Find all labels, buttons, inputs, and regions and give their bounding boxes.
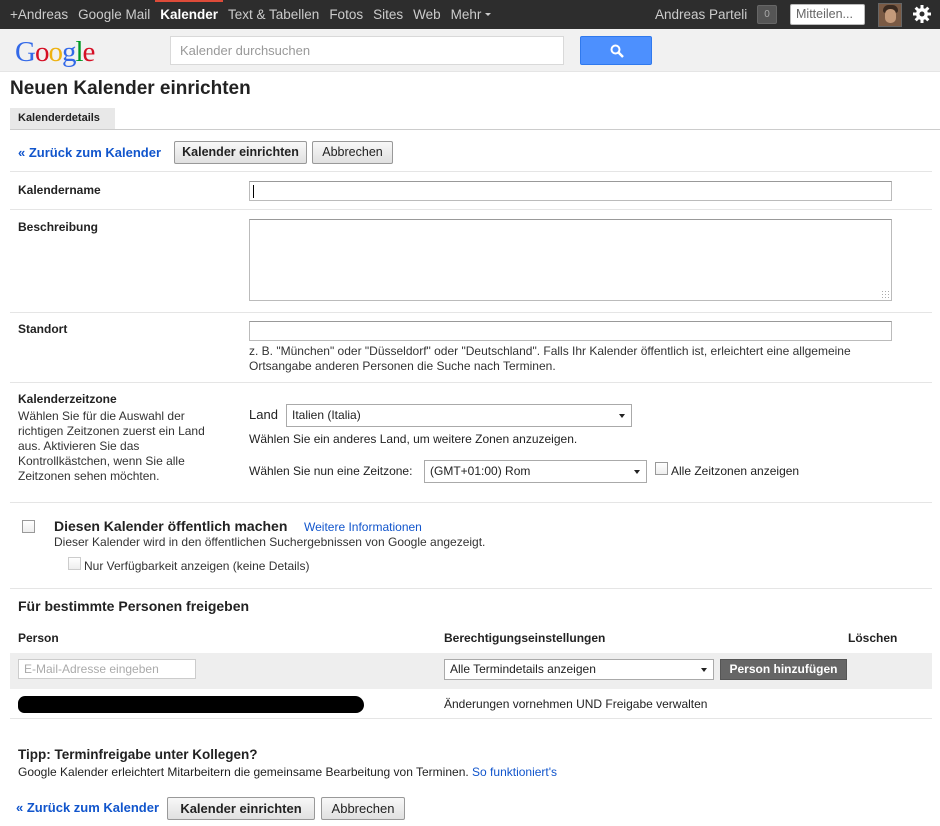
divider xyxy=(10,209,932,210)
timezone-label: Kalenderzeitzone xyxy=(18,392,117,406)
logo-letter: e xyxy=(82,36,96,68)
search-icon xyxy=(610,44,624,58)
sharing-title: Für bestimmte Personen freigeben xyxy=(18,598,250,614)
tip-text: Google Kalender erleichtert Mitarbeitern… xyxy=(18,765,557,779)
description-label: Beschreibung xyxy=(18,220,99,234)
location-input[interactable] xyxy=(249,321,892,341)
logo-letter: l xyxy=(75,36,83,68)
email-input[interactable]: E-Mail-Adresse eingeben xyxy=(18,659,196,679)
country-label: Land xyxy=(249,407,278,422)
chevron-down-icon xyxy=(619,414,625,418)
zone-label: Wählen Sie nun eine Zeitzone: xyxy=(249,464,413,478)
cancel-button-bottom[interactable]: Abbrechen xyxy=(321,797,405,820)
chevron-down-icon xyxy=(701,668,707,672)
divider xyxy=(10,502,932,503)
tip-text-body: Google Kalender erleichtert Mitarbeitern… xyxy=(18,765,469,779)
avatar-face xyxy=(885,9,896,23)
calendar-name-label: Kalendername xyxy=(18,183,101,197)
search-input[interactable]: Kalender durchsuchen xyxy=(170,36,564,65)
location-label: Standort xyxy=(18,322,68,336)
back-to-calendar-link-bottom[interactable]: « Zurück zum Kalender xyxy=(16,800,159,815)
tab-kalenderdetails[interactable]: Kalenderdetails xyxy=(10,108,115,129)
how-it-works-link[interactable]: So funktioniert's xyxy=(472,765,557,779)
calendar-name-input[interactable] xyxy=(249,181,892,201)
create-calendar-button-top[interactable]: Kalender einrichten xyxy=(174,141,307,164)
text-cursor xyxy=(253,185,254,198)
nav-web[interactable]: Web xyxy=(408,0,446,29)
col-permission: Berechtigungseinstellungen xyxy=(444,631,606,645)
divider xyxy=(10,382,932,383)
divider xyxy=(10,718,932,719)
all-zones-label[interactable]: Alle Zeitzonen anzeigen xyxy=(671,464,799,478)
country-select-value: Italien (Italia) xyxy=(292,408,361,422)
avatar[interactable] xyxy=(878,3,902,27)
nav-kalender[interactable]: Kalender xyxy=(155,0,223,29)
notification-count[interactable]: 0 xyxy=(757,5,777,24)
top-bar: +Andreas Google Mail Kalender Text & Tab… xyxy=(0,0,940,29)
public-description: Dieser Kalender wird in den öffentlichen… xyxy=(54,535,486,549)
nav-sites[interactable]: Sites xyxy=(368,0,408,29)
chevron-down-icon xyxy=(485,13,492,16)
nav-fotos[interactable]: Fotos xyxy=(324,0,368,29)
nav-text-tabellen[interactable]: Text & Tabellen xyxy=(223,0,324,29)
add-person-button[interactable]: Person hinzufügen xyxy=(720,659,847,680)
description-textarea[interactable] xyxy=(249,219,892,301)
col-delete: Löschen xyxy=(848,631,898,645)
tab-divider xyxy=(10,129,940,130)
page-title: Neuen Kalender einrichten xyxy=(10,78,251,99)
create-calendar-button-bottom[interactable]: Kalender einrichten xyxy=(167,797,315,820)
timezone-select-value: (GMT+01:00) Rom xyxy=(430,464,531,478)
resize-grip-icon[interactable] xyxy=(881,290,889,298)
col-person: Person xyxy=(18,631,59,645)
divider xyxy=(10,171,932,172)
google-logo[interactable]: Google xyxy=(15,36,96,68)
redacted-email xyxy=(18,696,364,713)
logo-letter: g xyxy=(61,36,76,68)
gear-icon[interactable] xyxy=(912,4,932,24)
chevron-down-icon xyxy=(634,470,640,474)
back-to-calendar-link-top[interactable]: « Zurück zum Kalender xyxy=(18,145,161,160)
logo-letter: o xyxy=(34,36,49,68)
public-checkbox[interactable] xyxy=(22,520,35,533)
tip-title: Tipp: Terminfreigabe unter Kollegen? xyxy=(18,747,258,762)
header: Google Kalender durchsuchen xyxy=(0,29,940,72)
country-help-text: Wählen Sie ein anderes Land, um weitere … xyxy=(249,432,578,446)
timezone-select[interactable]: (GMT+01:00) Rom xyxy=(424,460,647,483)
all-zones-checkbox[interactable] xyxy=(655,462,668,475)
divider xyxy=(10,312,932,313)
top-nav: +Andreas Google Mail Kalender Text & Tab… xyxy=(0,0,496,29)
more-info-link[interactable]: Weitere Informationen xyxy=(304,520,422,534)
row-permission: Änderungen vornehmen UND Freigabe verwal… xyxy=(444,697,708,711)
nav-mehr-label: Mehr xyxy=(450,7,482,22)
free-busy-label[interactable]: Nur Verfügbarkeit anzeigen (keine Detail… xyxy=(84,559,309,573)
logo-letter: G xyxy=(15,36,36,68)
nav-mehr[interactable]: Mehr xyxy=(446,0,497,29)
nav-plus-andreas[interactable]: +Andreas xyxy=(0,0,73,29)
search-button[interactable] xyxy=(580,36,652,65)
nav-google-mail[interactable]: Google Mail xyxy=(73,0,155,29)
permission-select-value: Alle Termindetails anzeigen xyxy=(450,662,596,676)
permission-select[interactable]: Alle Termindetails anzeigen xyxy=(444,659,714,680)
free-busy-checkbox[interactable] xyxy=(68,557,81,570)
public-title[interactable]: Diesen Kalender öffentlich machen xyxy=(54,518,287,534)
timezone-help-text: Wählen Sie für die Auswahl der richtigen… xyxy=(18,409,205,483)
logo-letter: o xyxy=(48,36,62,68)
divider xyxy=(10,588,932,589)
user-name[interactable]: Andreas Parteli xyxy=(655,0,747,29)
share-box[interactable]: Mitteilen... xyxy=(790,4,865,25)
cancel-button-top[interactable]: Abbrechen xyxy=(312,141,393,164)
location-help-text: z. B. "München" oder "Düsseldorf" oder "… xyxy=(249,344,851,373)
country-select[interactable]: Italien (Italia) xyxy=(286,404,632,427)
